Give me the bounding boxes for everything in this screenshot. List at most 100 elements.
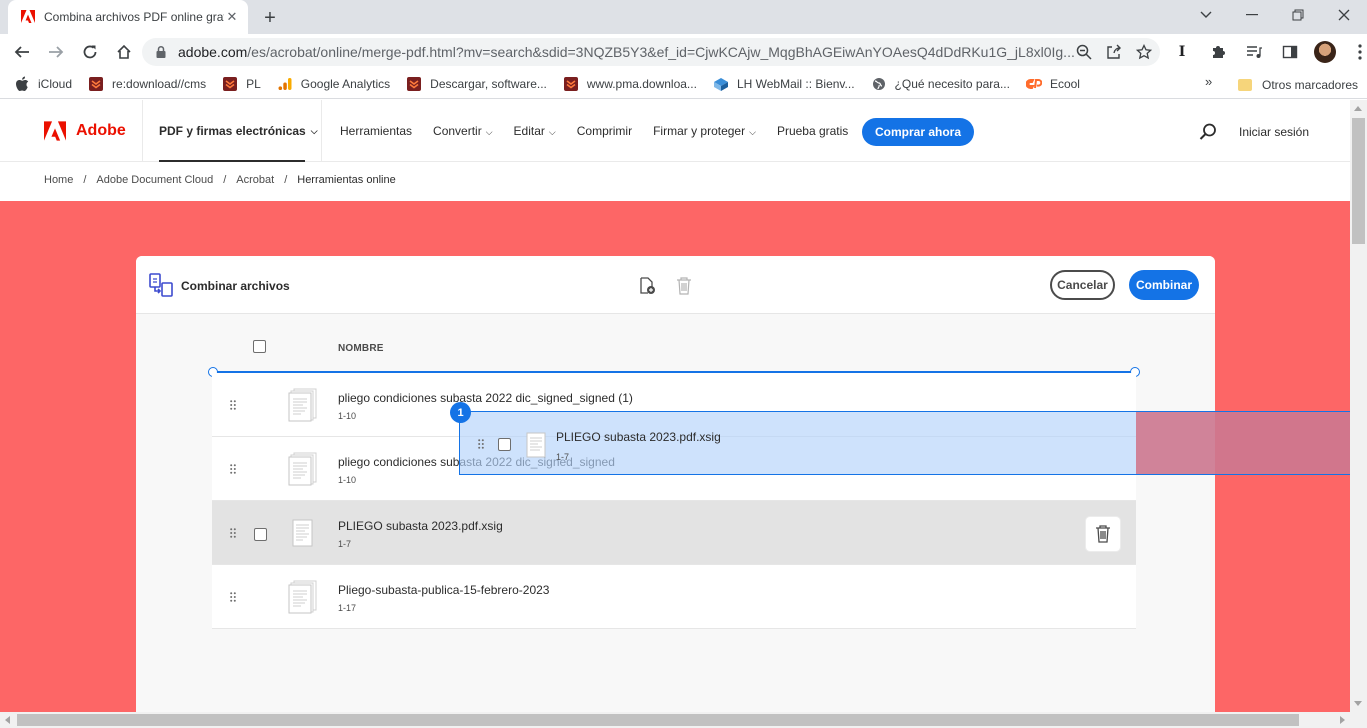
delete-file-button[interactable]: [1086, 517, 1120, 551]
bookmark-icloud[interactable]: iCloud: [14, 76, 72, 92]
nav-prueba-gratis[interactable]: Prueba gratis: [777, 124, 848, 138]
drag-count-badge: 1: [450, 402, 471, 423]
scroll-right-icon[interactable]: [1340, 716, 1345, 724]
nav-editar[interactable]: Editar ⌵: [514, 124, 556, 138]
bookmarks-bar: iCloud re:download//cms PL Google Analyt…: [0, 70, 1367, 99]
nav-comprimir[interactable]: Comprimir: [577, 124, 632, 138]
tab-strip: Combina archivos PDF online gratis ✕ +: [0, 0, 1367, 34]
drag-preview-overflow: [1136, 412, 1360, 474]
select-all-checkbox[interactable]: [253, 340, 266, 353]
bookmark-webmail[interactable]: LH WebMail :: Bienv...: [713, 76, 855, 92]
combine-files-panel: Combinar archivos Cancelar Combinar NOMB…: [136, 256, 1215, 712]
bookmark-label: re:download//cms: [112, 77, 207, 91]
zoom-icon[interactable]: [1076, 44, 1092, 60]
breadcrumb-separator: /: [83, 174, 87, 186]
nav-link-label: Firmar y proteger: [653, 124, 746, 138]
bookmark-que-necesito[interactable]: ¿Qué necesito para...: [871, 76, 1010, 92]
nav-convertir[interactable]: Convertir ⌵: [433, 124, 493, 138]
bookmark-pl[interactable]: PL: [222, 76, 261, 92]
horizontal-scrollbar[interactable]: [0, 712, 1367, 728]
horizontal-scroll-thumb[interactable]: [17, 714, 1299, 726]
cancel-button[interactable]: Cancelar: [1050, 270, 1115, 300]
home-icon[interactable]: [108, 36, 140, 68]
file-row[interactable]: Pliego-subasta-publica-15-febrero-2023 1…: [212, 565, 1136, 629]
bookmark-descargar[interactable]: Descargar, software...: [406, 76, 547, 92]
download-icon: [563, 76, 579, 92]
bookmark-label: LH WebMail :: Bienv...: [736, 77, 855, 91]
adobe-logo-icon: [44, 121, 66, 141]
add-file-icon[interactable]: [638, 277, 656, 295]
page-range: 1-10: [338, 475, 357, 485]
restore-icon[interactable]: [1275, 0, 1321, 30]
bookmark-google-analytics[interactable]: Google Analytics: [277, 76, 390, 92]
tab-search-icon[interactable]: [1183, 0, 1229, 30]
nav-herramientas[interactable]: Herramientas: [340, 124, 412, 138]
sign-in-link[interactable]: Iniciar sesión: [1239, 125, 1309, 139]
back-icon[interactable]: [6, 36, 38, 68]
column-header-name: NOMBRE: [338, 343, 384, 354]
scroll-left-icon[interactable]: [5, 716, 10, 724]
delete-icon[interactable]: [676, 277, 692, 295]
omnibox-actions: [1076, 44, 1152, 60]
brand-name: Adobe: [76, 122, 126, 139]
file-row-selected[interactable]: PLIEGO subasta 2023.pdf.xsig 1-7: [212, 501, 1136, 565]
bookmark-pma[interactable]: www.pma.downloa...: [563, 76, 697, 92]
scroll-down-icon[interactable]: [1354, 701, 1362, 706]
folder-icon: [1238, 78, 1252, 91]
bookmark-label: iCloud: [38, 77, 73, 91]
url-host: adobe.com: [178, 44, 248, 60]
media-control-icon[interactable]: [1242, 40, 1266, 64]
nav-firmar-proteger[interactable]: Firmar y proteger ⌵: [653, 124, 756, 138]
url-text[interactable]: adobe.com/es/acrobat/online/merge-pdf.ht…: [178, 44, 1076, 60]
apple-icon: [14, 76, 30, 92]
row-checkbox[interactable]: [254, 528, 267, 541]
close-window-icon[interactable]: [1321, 0, 1367, 30]
search-icon[interactable]: [1199, 123, 1217, 141]
extension-i-icon[interactable]: I: [1170, 40, 1194, 64]
breadcrumb-acrobat[interactable]: Acrobat: [236, 174, 274, 186]
vertical-scrollbar[interactable]: [1350, 100, 1367, 712]
profile-avatar[interactable]: [1314, 41, 1336, 63]
url-path: /es/acrobat/online/merge-pdf.html?mv=sea…: [247, 44, 1075, 60]
forward-icon[interactable]: [40, 36, 72, 68]
chevron-down-icon: ⌵: [485, 127, 493, 137]
side-panel-icon[interactable]: [1278, 40, 1302, 64]
scroll-up-icon[interactable]: [1354, 106, 1362, 111]
nav-link-label: Comprimir: [576, 124, 633, 138]
tab-close-icon[interactable]: ✕: [224, 9, 240, 25]
combine-button[interactable]: Combinar: [1129, 270, 1199, 300]
global-nav: Adobe PDF y firmas electrónicas ⌵ Herram…: [0, 100, 1350, 162]
drag-handle-icon[interactable]: [230, 400, 236, 410]
bookmark-redownload[interactable]: re:download//cms: [88, 76, 206, 92]
share-icon[interactable]: [1106, 44, 1122, 60]
page-range: 1-17: [338, 603, 357, 613]
pdf-thumbnail-icon: [292, 519, 313, 547]
lock-icon[interactable]: [154, 45, 168, 59]
star-icon[interactable]: [1136, 44, 1152, 60]
adobe-logo[interactable]: Adobe: [44, 121, 126, 141]
drag-handle-icon[interactable]: [230, 592, 236, 602]
download-icon: [406, 76, 422, 92]
address-bar[interactable]: adobe.com/es/acrobat/online/merge-pdf.ht…: [142, 38, 1160, 66]
vertical-scroll-thumb[interactable]: [1352, 118, 1365, 244]
bookmarks-overflow-button[interactable]: »: [1205, 74, 1212, 89]
browser-tab[interactable]: Combina archivos PDF online gratis ✕: [8, 0, 248, 34]
nav-primary-label: PDF y firmas electrónicas: [159, 124, 306, 138]
chevron-down-icon: ⌵: [548, 127, 556, 137]
menu-kebab-icon[interactable]: [1348, 40, 1367, 64]
minimize-icon[interactable]: [1229, 0, 1275, 30]
new-tab-button[interactable]: +: [258, 6, 282, 30]
drag-preview-checkbox: [498, 438, 511, 451]
buy-now-button[interactable]: Comprar ahora: [862, 118, 975, 146]
breadcrumb-document-cloud[interactable]: Adobe Document Cloud: [96, 174, 213, 186]
breadcrumb-home[interactable]: Home: [44, 174, 73, 186]
active-underline: [159, 160, 305, 162]
drag-handle-icon[interactable]: [230, 464, 236, 474]
nav-pdf-signatures[interactable]: PDF y firmas electrónicas ⌵: [142, 100, 322, 162]
drag-handle-icon[interactable]: [230, 528, 236, 538]
chevron-down-icon: ⌵: [749, 127, 756, 137]
other-bookmarks-folder[interactable]: Otros marcadores: [1238, 70, 1358, 99]
bookmark-ecool[interactable]: Ecool: [1025, 76, 1080, 92]
extensions-puzzle-icon[interactable]: [1206, 40, 1230, 64]
reload-icon[interactable]: [74, 36, 106, 68]
